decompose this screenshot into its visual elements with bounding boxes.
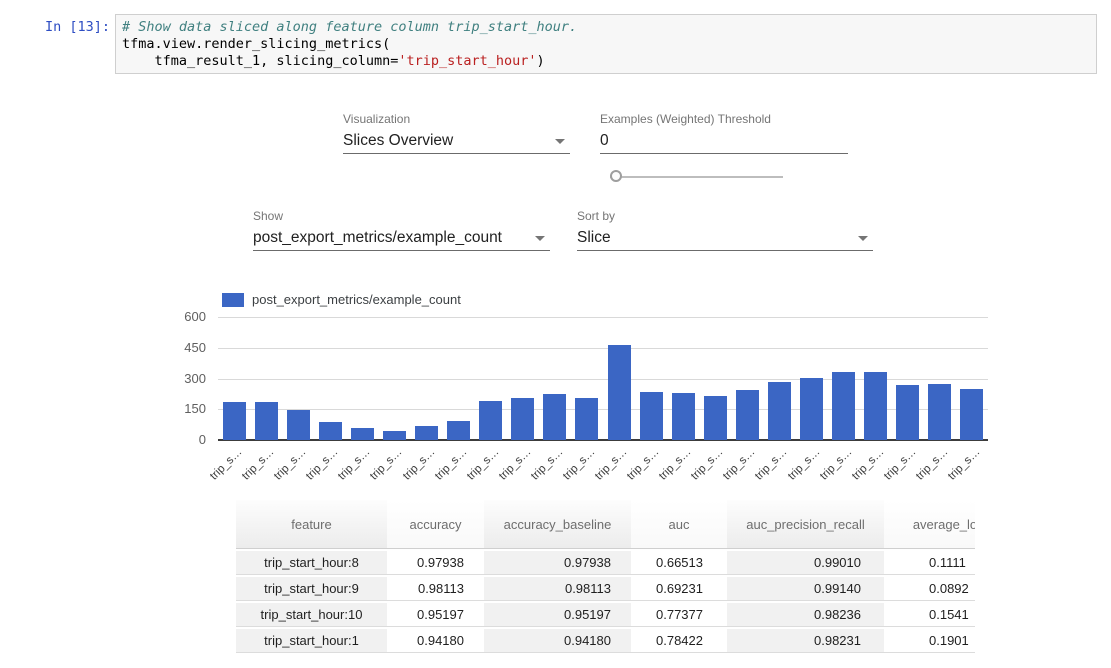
metric-cell[interactable]: 0.97938 <box>484 549 631 575</box>
code-line: tfma_result_1, slicing_column='trip_star… <box>122 53 1090 70</box>
threshold-input[interactable]: 0 <box>600 130 848 154</box>
legend-label: post_export_metrics/example_count <box>252 292 461 307</box>
visualization-value: Slices Overview <box>343 130 570 152</box>
bar[interactable] <box>319 422 342 440</box>
metric-cell[interactable]: 0.99010 <box>727 549 884 575</box>
show-dropdown[interactable]: post_export_metrics/example_count <box>253 227 550 251</box>
bar[interactable] <box>511 398 534 440</box>
metric-cell[interactable]: 0.94180 <box>484 627 631 653</box>
bar[interactable] <box>287 410 310 440</box>
metric-cell[interactable]: 0.98113 <box>484 575 631 601</box>
sort-by-label: Sort by <box>577 209 615 223</box>
bar[interactable] <box>896 385 919 440</box>
bar-chart-plot-area <box>218 317 988 440</box>
metric-cell[interactable]: 0.1541 <box>884 601 975 627</box>
sort-by-value: Slice <box>577 227 873 249</box>
table-header-row: featureaccuracyaccuracy_baselineaucauc_p… <box>236 500 975 549</box>
chart-legend: post_export_metrics/example_count <box>222 292 461 307</box>
input-prompt: In [13]: <box>20 19 110 35</box>
y-axis-tick-label: 0 <box>158 432 206 447</box>
metric-cell[interactable]: 0.66513 <box>631 549 727 575</box>
feature-cell[interactable]: trip_start_hour:10 <box>236 601 387 627</box>
bar[interactable] <box>672 393 695 440</box>
slider-handle[interactable] <box>610 170 622 182</box>
table-row[interactable]: trip_start_hour:10.941800.941800.784220.… <box>236 627 975 653</box>
bar[interactable] <box>575 398 598 440</box>
feature-cell[interactable]: trip_start_hour:1 <box>236 627 387 653</box>
metric-cell[interactable]: 0.97938 <box>387 549 484 575</box>
chevron-down-icon <box>858 236 868 241</box>
metric-cell[interactable]: 0.0892 <box>884 575 975 601</box>
bar[interactable] <box>640 392 663 440</box>
bar[interactable] <box>415 426 438 440</box>
gridline <box>218 317 988 318</box>
y-axis-tick-label: 300 <box>158 371 206 386</box>
metric-cell[interactable]: 0.78422 <box>631 627 727 653</box>
show-value: post_export_metrics/example_count <box>253 227 550 249</box>
threshold-value: 0 <box>600 130 848 152</box>
bar[interactable] <box>383 431 406 440</box>
bar[interactable] <box>960 389 983 440</box>
metric-cell[interactable]: 0.95197 <box>484 601 631 627</box>
bar[interactable] <box>543 394 566 440</box>
chevron-down-icon <box>555 139 565 144</box>
column-header-accuracy[interactable]: accuracy <box>387 500 484 549</box>
y-axis-tick-label: 600 <box>158 309 206 324</box>
bar[interactable] <box>864 372 887 440</box>
y-axis-tick-label: 450 <box>158 340 206 355</box>
metrics-table: featureaccuracyaccuracy_baselineaucauc_p… <box>236 500 975 668</box>
metric-cell[interactable]: 0.98236 <box>727 601 884 627</box>
visualization-label: Visualization <box>343 112 410 126</box>
metric-cell[interactable]: 0.77377 <box>631 601 727 627</box>
feature-cell[interactable]: trip_start_hour:9 <box>236 575 387 601</box>
bar[interactable] <box>736 390 759 440</box>
table-row[interactable]: trip_start_hour:100.951970.951970.773770… <box>236 601 975 627</box>
slider-track[interactable] <box>610 176 783 178</box>
threshold-label: Examples (Weighted) Threshold <box>600 112 771 126</box>
metric-cell[interactable]: 0.1111 <box>884 549 975 575</box>
bar[interactable] <box>928 384 951 440</box>
feature-cell[interactable]: trip_start_hour:8 <box>236 549 387 575</box>
chevron-down-icon <box>535 236 545 241</box>
column-header-accuracy_baseline[interactable]: accuracy_baseline <box>484 500 631 549</box>
y-axis-tick-label: 150 <box>158 401 206 416</box>
bar[interactable] <box>608 345 631 440</box>
bar[interactable] <box>351 428 374 441</box>
bar[interactable] <box>832 372 855 440</box>
threshold-slider[interactable] <box>610 170 783 184</box>
bar[interactable] <box>255 402 278 440</box>
bar[interactable] <box>447 421 470 440</box>
metric-cell[interactable]: 0.95197 <box>387 601 484 627</box>
bar[interactable] <box>768 382 791 440</box>
sort-by-dropdown[interactable]: Slice <box>577 227 873 251</box>
column-header-average_loss[interactable]: average_loss <box>884 500 975 549</box>
bar[interactable] <box>800 378 823 440</box>
bar[interactable] <box>223 402 246 440</box>
legend-swatch-icon <box>222 293 244 307</box>
gridline <box>218 348 988 349</box>
metric-cell[interactable]: 0.69231 <box>631 575 727 601</box>
bar[interactable] <box>704 396 727 440</box>
table-row[interactable]: trip_start_hour:90.981130.981130.692310.… <box>236 575 975 601</box>
metric-cell[interactable]: 0.98231 <box>727 627 884 653</box>
metric-cell[interactable]: 0.1901 <box>884 627 975 653</box>
metric-cell[interactable]: 0.98113 <box>387 575 484 601</box>
bar[interactable] <box>479 401 502 440</box>
metric-cell[interactable]: 0.94180 <box>387 627 484 653</box>
column-header-auc_precision_recall[interactable]: auc_precision_recall <box>727 500 884 549</box>
code-line: tfma.view.render_slicing_metrics( <box>122 36 1090 53</box>
column-header-feature[interactable]: feature <box>236 500 387 549</box>
column-header-auc[interactable]: auc <box>631 500 727 549</box>
show-label: Show <box>253 209 283 223</box>
code-editor[interactable]: # Show data sliced along feature column … <box>115 14 1097 74</box>
table-row[interactable]: trip_start_hour:80.979380.979380.665130.… <box>236 549 975 575</box>
visualization-dropdown[interactable]: Slices Overview <box>343 130 570 154</box>
code-line: # Show data sliced along feature column … <box>122 19 1090 36</box>
metric-cell[interactable]: 0.99140 <box>727 575 884 601</box>
